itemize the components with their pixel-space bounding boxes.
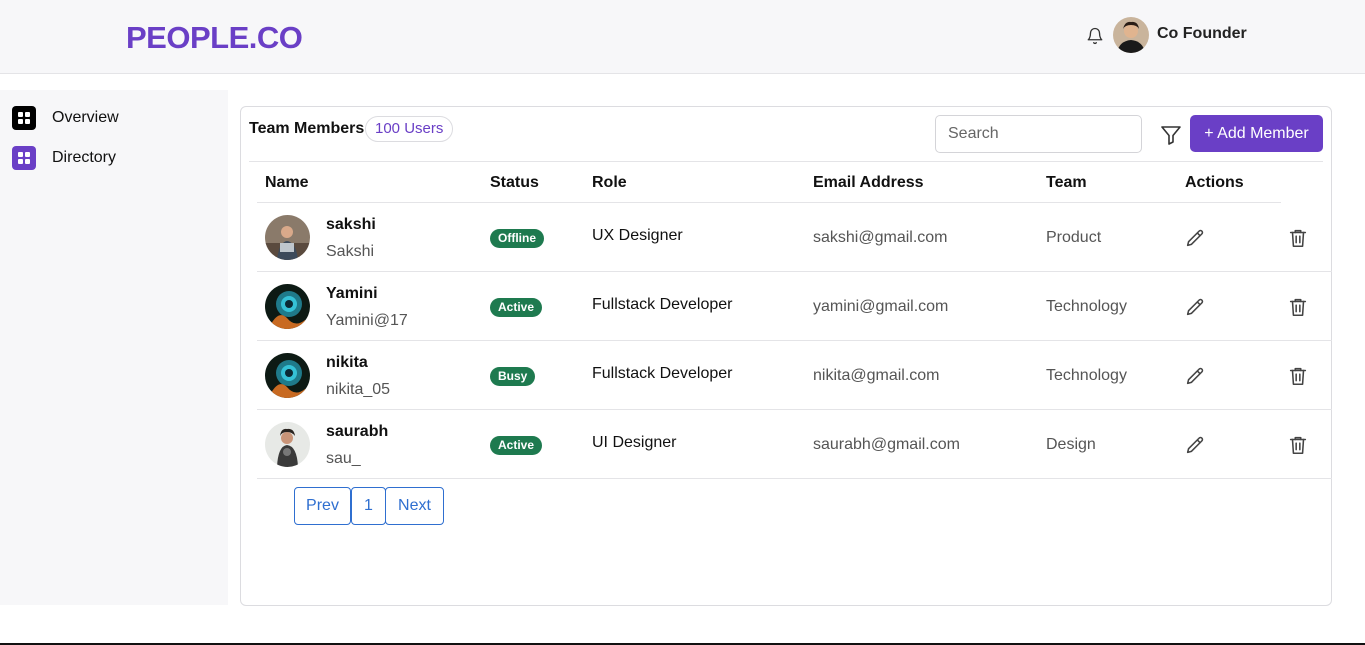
- sidebar: Overview Directory: [0, 90, 228, 605]
- member-email: saurabh@gmail.com: [813, 436, 960, 453]
- edit-icon[interactable]: [1184, 296, 1206, 318]
- table-header: Name Status Role Email Address Team Acti…: [257, 162, 1281, 203]
- member-username: nikita_05: [326, 381, 391, 398]
- member-role: Fullstack Developer: [592, 365, 733, 382]
- prev-page-button[interactable]: Prev: [294, 487, 351, 525]
- grid-icon: [12, 106, 36, 130]
- panel-title: Team Members: [249, 120, 365, 137]
- member-name: Yamini: [326, 285, 378, 302]
- filter-icon[interactable]: [1159, 123, 1183, 147]
- page-1-button[interactable]: 1: [351, 487, 386, 525]
- next-page-button[interactable]: Next: [385, 487, 444, 525]
- edit-icon[interactable]: [1184, 227, 1206, 249]
- trash-icon[interactable]: [1287, 365, 1309, 387]
- member-name: nikita: [326, 354, 368, 371]
- sidebar-item-label: Overview: [52, 109, 119, 126]
- team-members-panel: Team Members 100 Users + Add Member Name…: [240, 106, 1332, 606]
- status-badge: Busy: [490, 367, 536, 386]
- status-badge: Offline: [490, 229, 544, 248]
- column-header-email: Email Address: [813, 174, 924, 191]
- column-header-team: Team: [1046, 174, 1087, 191]
- member-username: sau_: [326, 450, 361, 467]
- status-badge: Active: [490, 436, 543, 455]
- column-header-name: Name: [265, 174, 309, 191]
- trash-icon[interactable]: [1287, 296, 1309, 318]
- member-name: saurabh: [326, 423, 389, 440]
- edit-icon[interactable]: [1184, 365, 1206, 387]
- avatar: [265, 215, 310, 260]
- app-logo[interactable]: PEOPLE.CO: [126, 20, 303, 56]
- member-username: Yamini@17: [326, 312, 408, 329]
- member-team: Technology: [1046, 367, 1127, 384]
- user-count-badge: 100 Users: [365, 116, 454, 142]
- member-team: Technology: [1046, 298, 1127, 315]
- grid-icon: [12, 146, 36, 170]
- member-role: UI Designer: [592, 434, 677, 451]
- avatar: [265, 353, 310, 398]
- member-team: Product: [1046, 229, 1102, 246]
- table-row: nikita nikita_05 Busy Fullstack Develope…: [257, 341, 1332, 410]
- avatar: [265, 284, 310, 329]
- column-header-status: Status: [490, 174, 539, 191]
- add-member-button[interactable]: + Add Member: [1190, 115, 1323, 152]
- member-email: nikita@gmail.com: [813, 367, 940, 384]
- avatar: [265, 422, 310, 467]
- edit-icon[interactable]: [1184, 434, 1206, 456]
- table-row: saurabh sau_ Active UI Designer saurabh@…: [257, 410, 1332, 479]
- sidebar-item-directory[interactable]: Directory: [12, 145, 116, 171]
- column-header-role: Role: [592, 174, 627, 191]
- top-header: PEOPLE.CO Co Founder: [0, 0, 1365, 74]
- sidebar-item-label: Directory: [52, 149, 117, 166]
- user-avatar[interactable]: [1113, 17, 1149, 53]
- member-role: UX Designer: [592, 227, 683, 244]
- member-team: Design: [1046, 436, 1096, 453]
- bell-icon[interactable]: [1086, 26, 1104, 46]
- member-username: Sakshi: [326, 243, 375, 260]
- member-email: yamini@gmail.com: [813, 298, 949, 315]
- table-row: sakshi Sakshi Offline UX Designer sakshi…: [257, 203, 1332, 272]
- status-badge: Active: [490, 298, 543, 317]
- member-role: Fullstack Developer: [592, 296, 733, 313]
- trash-icon[interactable]: [1287, 227, 1309, 249]
- sidebar-item-overview[interactable]: Overview: [12, 105, 119, 131]
- member-name: sakshi: [326, 216, 376, 233]
- table-row: Yamini Yamini@17 Active Fullstack Develo…: [257, 272, 1332, 341]
- user-name[interactable]: Co Founder: [1157, 25, 1247, 43]
- trash-icon[interactable]: [1287, 434, 1309, 456]
- column-header-actions: Actions: [1185, 174, 1244, 191]
- search-input[interactable]: [935, 115, 1142, 153]
- member-email: sakshi@gmail.com: [813, 229, 948, 246]
